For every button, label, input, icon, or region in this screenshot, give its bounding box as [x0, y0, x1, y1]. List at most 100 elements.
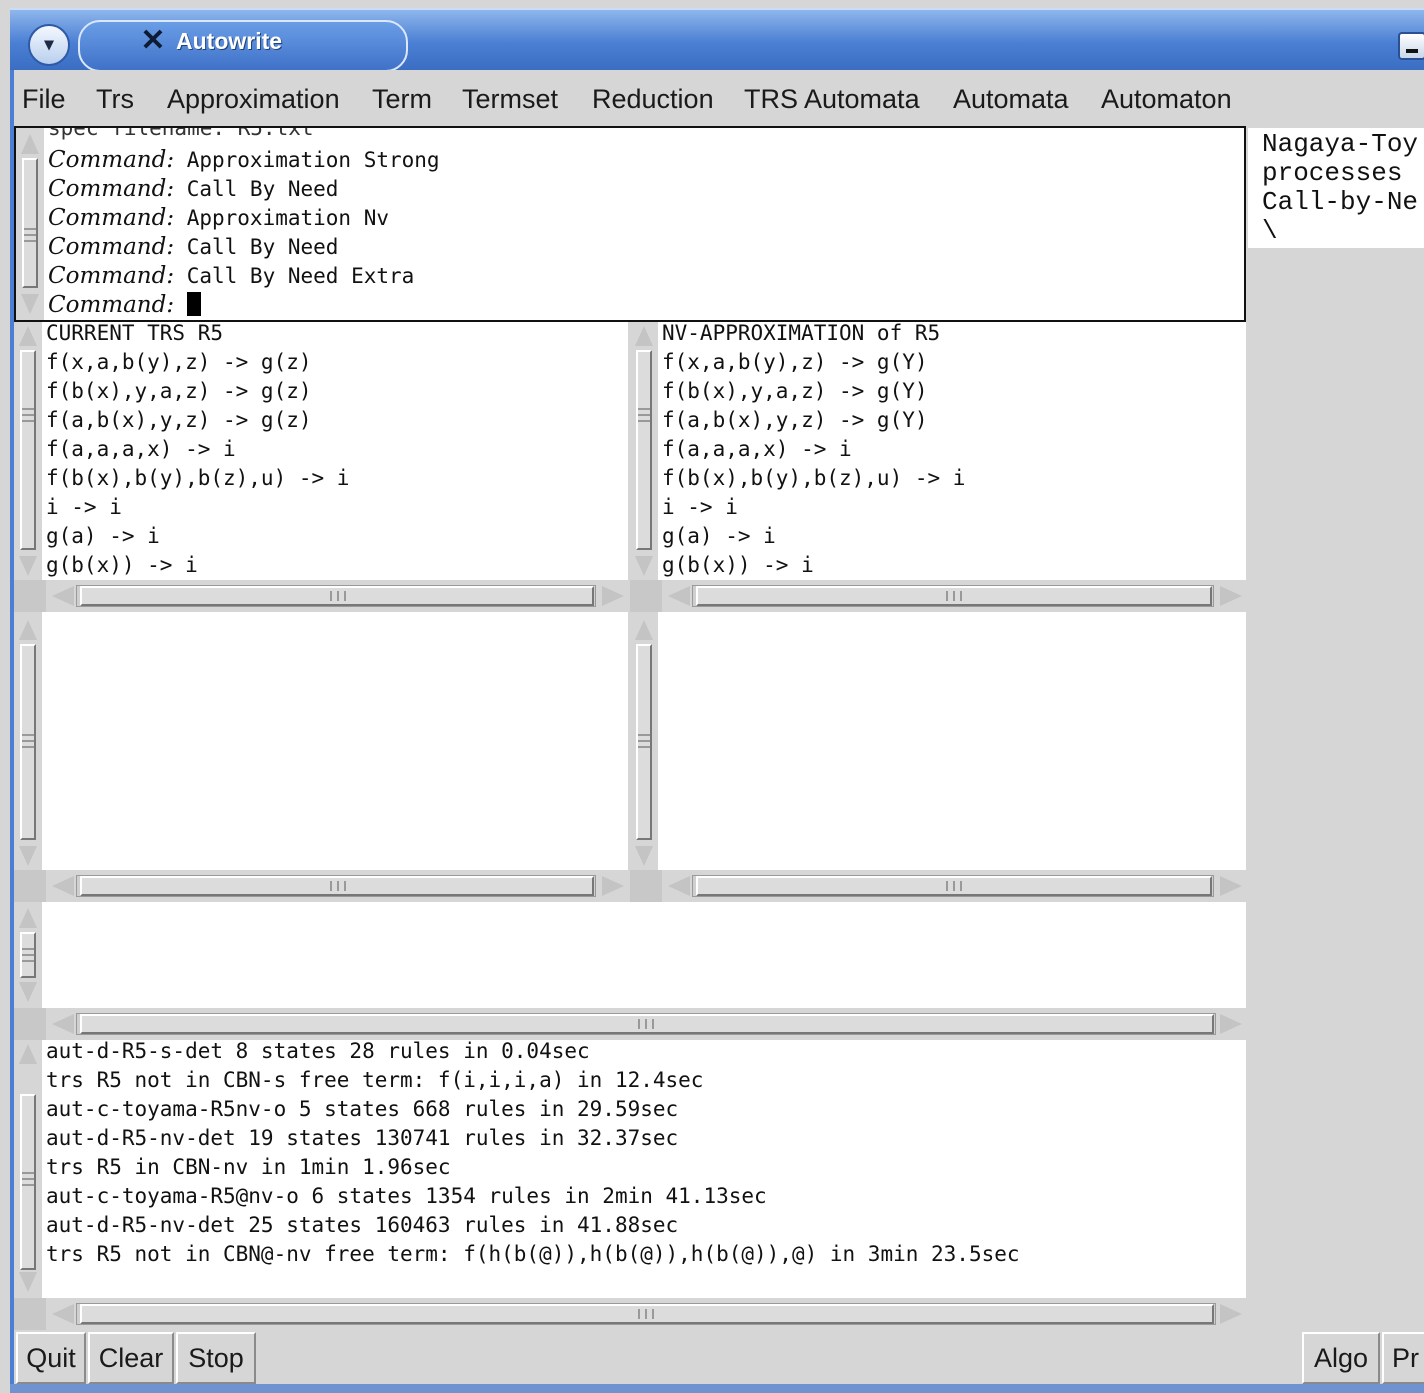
- command-pane[interactable]: spec filename: R5.txt Command: Approxima…: [14, 126, 1246, 322]
- clear-button[interactable]: Clear: [88, 1332, 174, 1384]
- text-cursor: [186, 292, 201, 316]
- menu-approximation[interactable]: Approximation: [167, 84, 340, 115]
- trs-right-hscroll[interactable]: [630, 580, 1246, 612]
- output-hscroll[interactable]: [14, 1298, 1246, 1330]
- stop-button[interactable]: Stop: [176, 1332, 256, 1384]
- grip-icon: [22, 734, 34, 748]
- scroll-left-arrow-icon[interactable]: [52, 1304, 74, 1324]
- term-hscroll[interactable]: [14, 1008, 1246, 1040]
- nv-approximation-pane[interactable]: NV-APPROXIMATION of R5 f(x,a,b(y),z) -> …: [630, 322, 1246, 580]
- scroll-up-arrow-icon[interactable]: [635, 326, 653, 346]
- scroll-right-arrow-icon[interactable]: [1220, 586, 1242, 606]
- command-input-line[interactable]: Command:: [48, 291, 201, 320]
- scroll-right-arrow-icon[interactable]: [602, 876, 624, 896]
- command-text: Call By Need: [186, 177, 339, 201]
- scroll-up-arrow-icon[interactable]: [635, 620, 653, 640]
- scroll-up-arrow-icon[interactable]: [21, 134, 39, 154]
- scroll-up-arrow-icon[interactable]: [19, 1044, 37, 1064]
- scroll-left-arrow-icon[interactable]: [52, 876, 74, 896]
- grip-icon: [22, 1172, 34, 1186]
- scroll-up-arrow-icon[interactable]: [19, 326, 37, 346]
- output-line: aut-d-R5-nv-det 25 states 160463 rules i…: [46, 1213, 679, 1237]
- trs-right-vscroll[interactable]: [630, 322, 658, 580]
- scroll-right-arrow-icon[interactable]: [1220, 876, 1242, 896]
- scroll-down-arrow-icon[interactable]: [635, 556, 653, 576]
- app-window: ▾ ✕ Autowrite File Trs Approximation Ter…: [0, 0, 1424, 1393]
- trs-left-hscroll[interactable]: [14, 580, 628, 612]
- side-info-pane[interactable]: Nagaya-Toy processes Call-by-Ne \: [1248, 128, 1424, 248]
- side-info-line: \: [1262, 216, 1278, 246]
- menu-trs-automata[interactable]: TRS Automata: [744, 84, 920, 115]
- scroll-up-arrow-icon[interactable]: [19, 620, 37, 640]
- algo-button[interactable]: Algo: [1302, 1332, 1380, 1384]
- scroll-right-arrow-icon[interactable]: [1220, 1014, 1242, 1034]
- side-info-line: Nagaya-Toy: [1262, 129, 1419, 159]
- term-pane[interactable]: [14, 902, 1246, 1008]
- command-vscroll[interactable]: [16, 128, 44, 320]
- scroll-left-arrow-icon[interactable]: [668, 876, 690, 896]
- command-label: Command:: [48, 205, 175, 231]
- window-title: Autowrite: [176, 28, 283, 54]
- trs-rule: g(a) -> i: [662, 524, 776, 548]
- scroll-down-arrow-icon[interactable]: [635, 846, 653, 866]
- scroll-left-arrow-icon[interactable]: [52, 586, 74, 606]
- menu-termset[interactable]: Termset: [462, 84, 558, 115]
- output-pane[interactable]: aut-d-R5-s-det 8 states 28 rules in 0.04…: [14, 1040, 1246, 1298]
- scroll-corner: [14, 1008, 46, 1040]
- right-empty-pane[interactable]: [630, 612, 1246, 870]
- command-text: Approximation Nv: [186, 206, 390, 230]
- mid-left-hscroll[interactable]: [14, 870, 628, 902]
- grip-icon: [638, 408, 650, 422]
- term-vscroll[interactable]: [14, 902, 42, 1008]
- scroll-down-arrow-icon[interactable]: [19, 556, 37, 576]
- mid-left-vscroll[interactable]: [14, 612, 42, 870]
- menu-trs[interactable]: Trs: [96, 84, 134, 115]
- left-empty-pane[interactable]: [14, 612, 628, 870]
- trs-pane-title: NV-APPROXIMATION of R5: [662, 322, 941, 345]
- side-info-line: Call-by-Ne: [1262, 187, 1419, 217]
- menu-automata[interactable]: Automata: [953, 84, 1069, 115]
- grip-icon: [22, 408, 34, 422]
- current-trs-pane[interactable]: CURRENT TRS R5 f(x,a,b(y),z) -> g(z) f(b…: [14, 322, 628, 580]
- grip-icon: [330, 881, 346, 891]
- window-menu-button[interactable]: ▾: [28, 24, 70, 66]
- pr-button[interactable]: Pr: [1382, 1332, 1424, 1384]
- scroll-left-arrow-icon[interactable]: [52, 1014, 74, 1034]
- grip-icon: [22, 948, 34, 962]
- menu-reduction[interactable]: Reduction: [592, 84, 714, 115]
- scroll-down-arrow-icon[interactable]: [19, 846, 37, 866]
- scroll-down-arrow-icon[interactable]: [21, 294, 39, 314]
- command-line: Command: Call By Need: [48, 175, 338, 204]
- output-vscroll[interactable]: [14, 1040, 42, 1298]
- grip-icon: [638, 734, 650, 748]
- menu-file[interactable]: File: [22, 84, 66, 115]
- mid-right-vscroll[interactable]: [630, 612, 658, 870]
- scroll-down-arrow-icon[interactable]: [19, 1272, 37, 1292]
- mid-right-hscroll[interactable]: [630, 870, 1246, 902]
- grip-icon: [946, 591, 962, 601]
- grip-icon: [946, 881, 962, 891]
- scroll-down-arrow-icon[interactable]: [19, 982, 37, 1002]
- scroll-up-arrow-icon[interactable]: [19, 908, 37, 928]
- side-panel: [1248, 128, 1424, 1330]
- scroll-thumb[interactable]: [20, 350, 36, 550]
- command-line: Command: Call By Need Extra: [48, 262, 414, 291]
- minimize-icon[interactable]: [1398, 32, 1424, 60]
- menu-term[interactable]: Term: [372, 84, 432, 115]
- trs-rule: f(a,a,a,x) -> i: [46, 437, 236, 461]
- trs-rule: g(a) -> i: [46, 524, 160, 548]
- scroll-thumb[interactable]: [636, 350, 652, 550]
- menu-automaton[interactable]: Automaton: [1101, 84, 1232, 115]
- x-logo-icon: ✕: [140, 24, 166, 57]
- command-label: Command:: [48, 263, 175, 289]
- trs-left-vscroll[interactable]: [14, 322, 42, 580]
- command-text: Approximation Strong: [186, 148, 440, 172]
- scroll-right-arrow-icon[interactable]: [1220, 1304, 1242, 1324]
- scroll-thumb[interactable]: [22, 158, 38, 288]
- scroll-right-arrow-icon[interactable]: [602, 586, 624, 606]
- trs-rule: f(a,b(x),y,z) -> g(z): [46, 408, 312, 432]
- title-bar[interactable]: ▾ ✕ Autowrite: [10, 8, 1424, 72]
- chevron-down-icon: ▾: [44, 34, 54, 54]
- scroll-left-arrow-icon[interactable]: [668, 586, 690, 606]
- quit-button[interactable]: Quit: [16, 1332, 86, 1384]
